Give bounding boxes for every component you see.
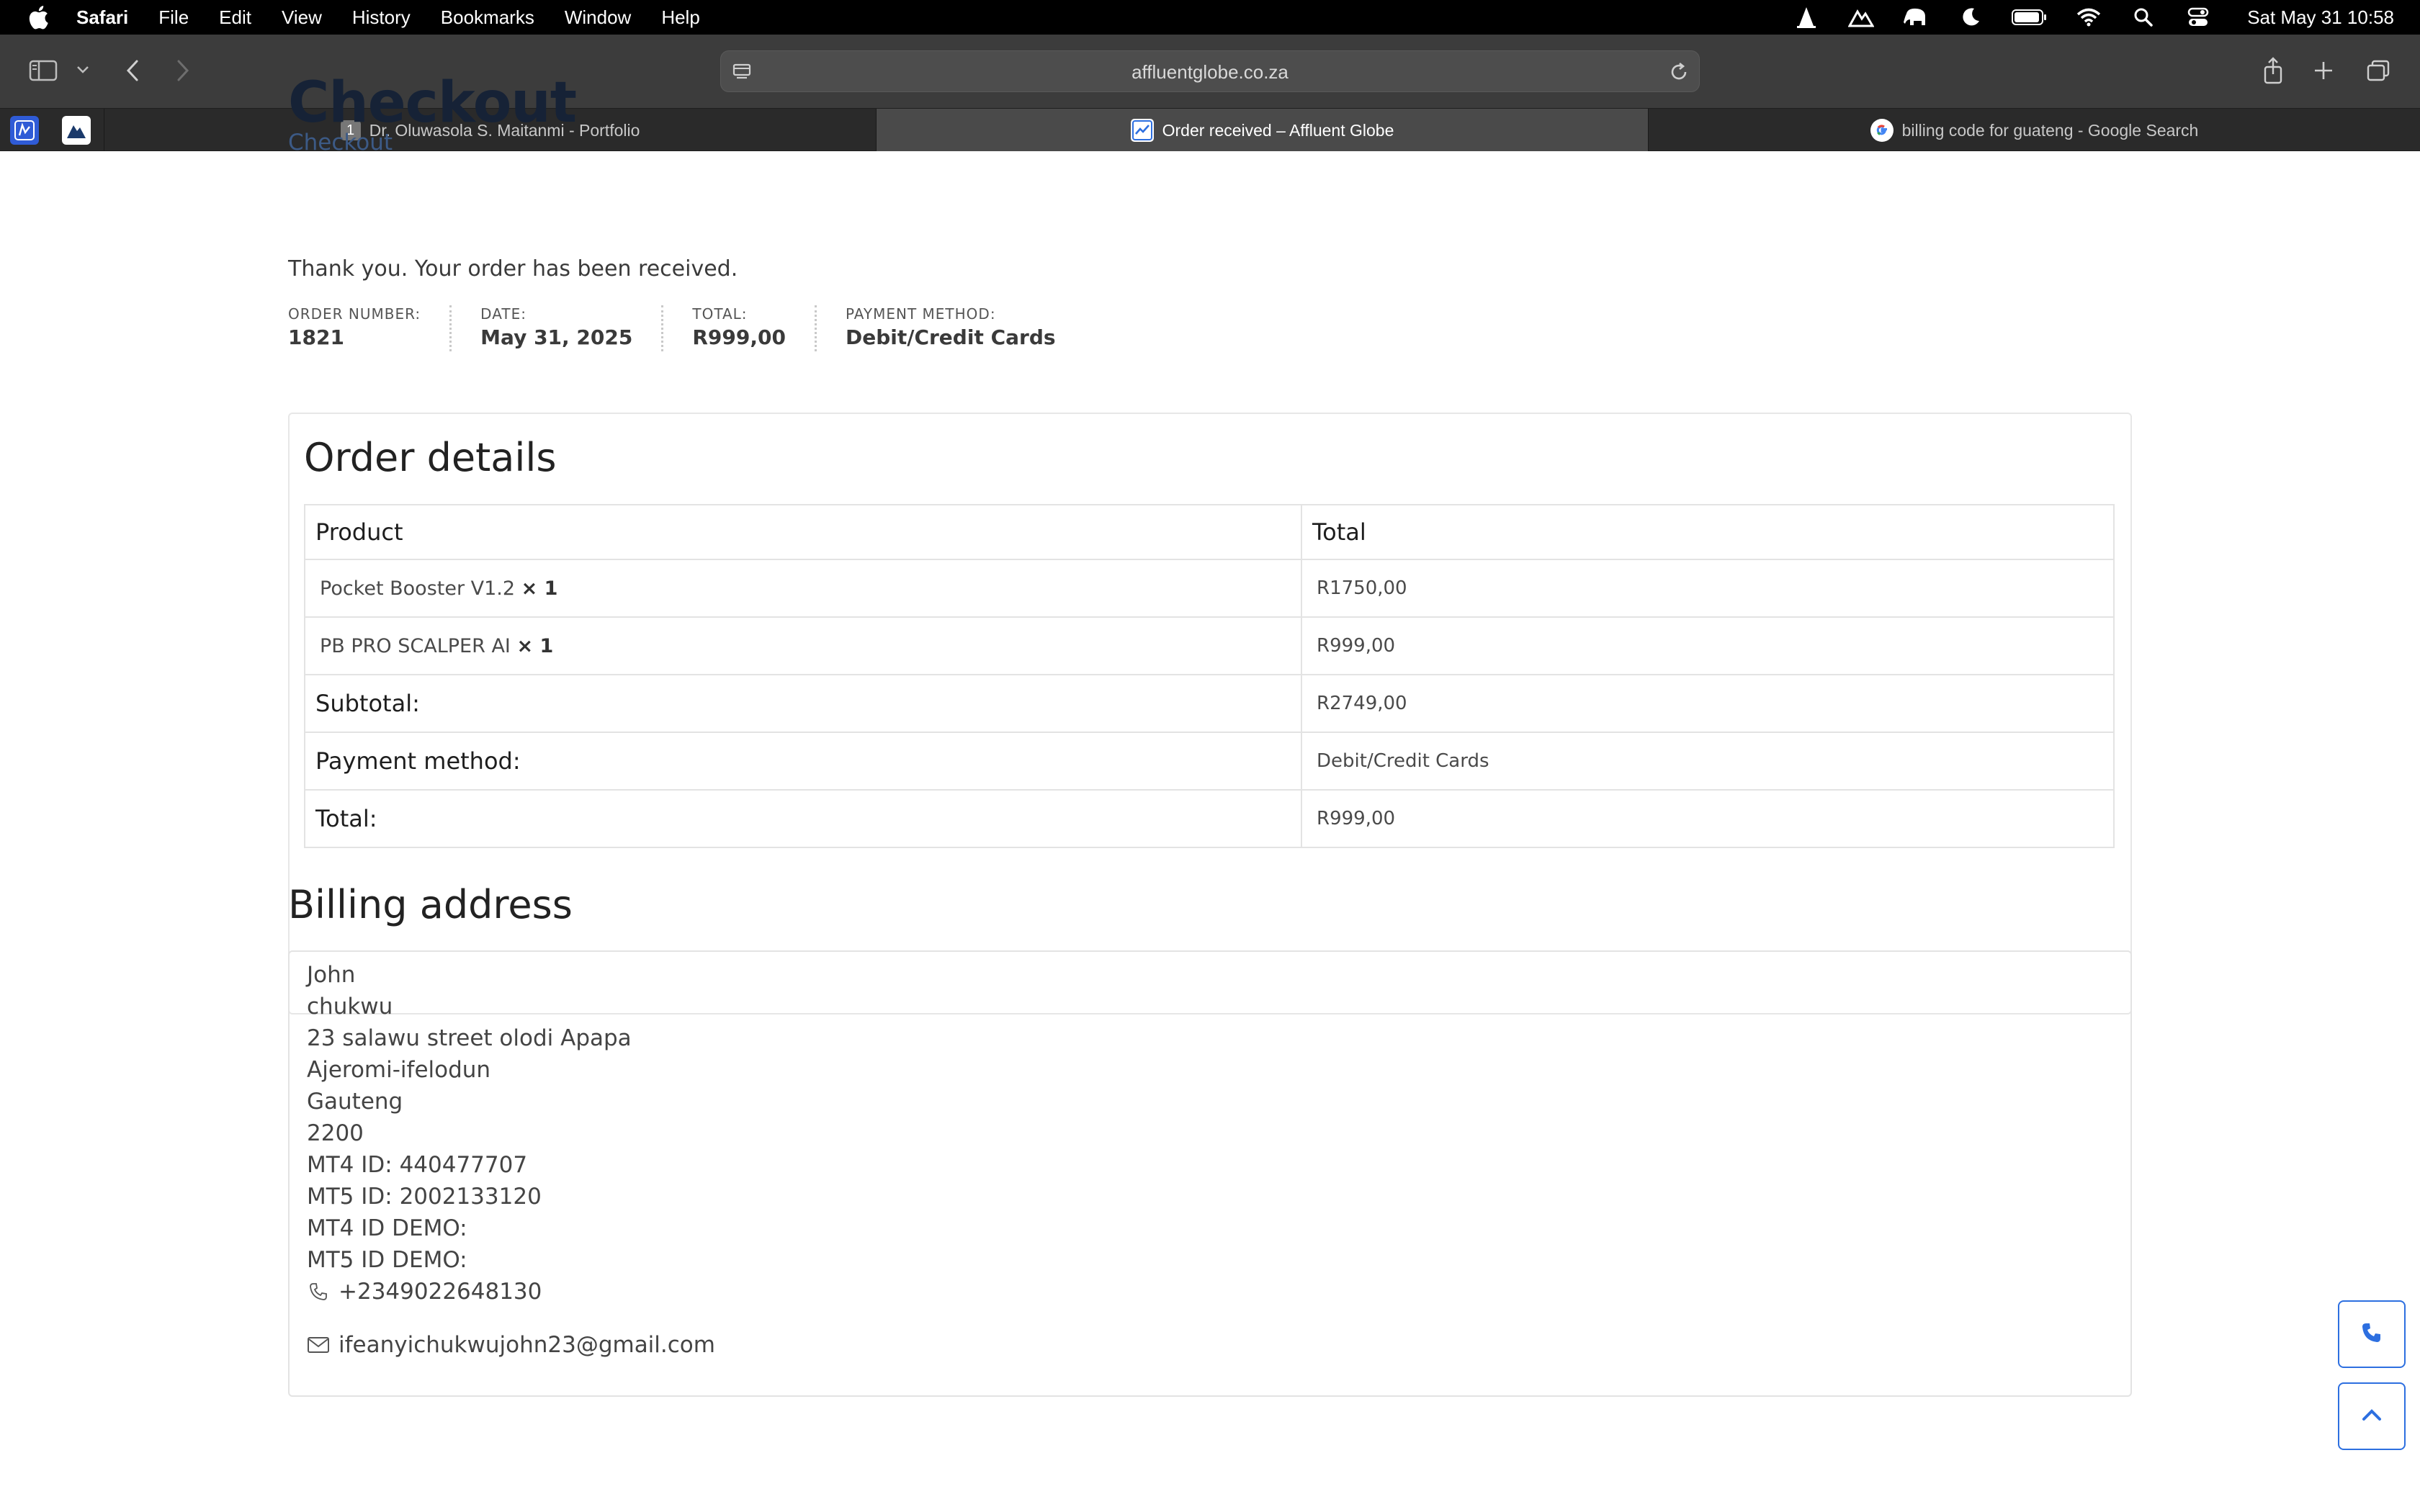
address-bar[interactable]: affluentglobe.co.za bbox=[720, 50, 1700, 92]
address-line: Gauteng bbox=[307, 1089, 403, 1115]
address-line: MT4 ID DEMO: bbox=[307, 1215, 467, 1241]
reload-icon[interactable] bbox=[1667, 60, 1690, 84]
chevron-down-icon[interactable] bbox=[72, 59, 94, 81]
pinned-tab-app-icon[interactable] bbox=[10, 116, 39, 145]
forward-icon[interactable] bbox=[169, 55, 197, 86]
billing-phone: +2349022648130 bbox=[307, 1279, 542, 1305]
billing-email-address[interactable]: ifeanyichukwujohn23@gmail.com bbox=[339, 1332, 715, 1358]
sidebar-icon[interactable] bbox=[27, 56, 59, 85]
billing-phone-number[interactable]: +2349022648130 bbox=[339, 1279, 542, 1305]
overview-value: 1821 bbox=[288, 325, 344, 349]
battery-icon[interactable] bbox=[2011, 6, 2048, 29]
menu-help[interactable]: Help bbox=[661, 6, 699, 29]
total-row: Total: R999,00 bbox=[304, 789, 2115, 848]
url-text[interactable]: affluentglobe.co.za bbox=[721, 51, 1699, 93]
order-overview: ORDER NUMBER: 1821 DATE: May 31, 2025 TO… bbox=[288, 305, 1113, 351]
subtotal-row: Subtotal: R2749,00 bbox=[304, 674, 2115, 733]
pinned-tab-mountains-icon[interactable] bbox=[62, 116, 91, 145]
menu-clock[interactable]: Sat May 31 10:58 bbox=[2247, 6, 2394, 29]
chevron-up-icon bbox=[2361, 1408, 2383, 1426]
subtotal-label: Subtotal: bbox=[304, 674, 1302, 733]
page-title: Checkout bbox=[288, 71, 577, 135]
column-header-product: Product bbox=[304, 504, 1302, 560]
payment-method-label: Payment method: bbox=[304, 732, 1302, 791]
tab-title: Order received – Affluent Globe bbox=[1162, 120, 1394, 140]
address-line: MT4 ID: 440477707 bbox=[307, 1152, 528, 1178]
tab-order-received[interactable]: Order received – Affluent Globe bbox=[876, 109, 1648, 152]
order-details-title: Order details bbox=[304, 435, 557, 480]
new-tab-icon[interactable] bbox=[2309, 56, 2338, 85]
phone-icon bbox=[2360, 1320, 2384, 1349]
google-favicon-icon bbox=[1870, 119, 1894, 142]
back-icon[interactable] bbox=[118, 55, 147, 86]
product-name-link[interactable]: PB PRO SCALPER AI bbox=[320, 635, 511, 657]
phone-icon bbox=[307, 1280, 330, 1303]
address-line: John bbox=[307, 962, 356, 988]
email-icon bbox=[307, 1333, 330, 1356]
billing-address-title: Billing address bbox=[288, 882, 573, 927]
total-label: Total: bbox=[304, 789, 1302, 848]
affluent-globe-favicon-icon bbox=[1130, 119, 1154, 142]
tab-overview-icon[interactable] bbox=[2364, 56, 2393, 85]
menu-history[interactable]: History bbox=[352, 6, 411, 29]
total-value: R999,00 bbox=[1301, 789, 2115, 848]
address-line: chukwu bbox=[307, 994, 393, 1020]
column-header-total: Total bbox=[1301, 504, 2115, 560]
order-details-table: Product Total Pocket Booster V1.2 × 1 R1… bbox=[304, 504, 2115, 848]
payment-method-value: Debit/Credit Cards bbox=[1301, 732, 2115, 791]
overview-value: Debit/Credit Cards bbox=[845, 325, 1056, 349]
overview-value: R999,00 bbox=[692, 325, 786, 349]
overview-label: TOTAL: bbox=[692, 305, 748, 323]
overview-date: DATE: May 31, 2025 bbox=[480, 305, 664, 351]
overview-order-number: ORDER NUMBER: 1821 bbox=[288, 305, 452, 351]
overview-label: PAYMENT METHOD: bbox=[845, 305, 996, 323]
billing-email: ifeanyichukwujohn23@gmail.com bbox=[307, 1332, 715, 1358]
address-line: 2200 bbox=[307, 1120, 364, 1146]
address-line: 23 salawu street olodi Apapa bbox=[307, 1025, 632, 1051]
spotlight-search-icon[interactable] bbox=[2129, 6, 2158, 29]
vlc-cone-icon[interactable] bbox=[1792, 6, 1821, 29]
product-total: R1750,00 bbox=[1301, 559, 2115, 618]
control-center-icon[interactable] bbox=[2184, 6, 2213, 29]
overview-label: ORDER NUMBER: bbox=[288, 305, 421, 323]
table-header-row: Product Total bbox=[304, 504, 2115, 560]
menu-bookmarks[interactable]: Bookmarks bbox=[441, 6, 534, 29]
menu-file[interactable]: File bbox=[158, 6, 189, 29]
call-button[interactable] bbox=[2338, 1300, 2406, 1368]
overview-payment-method: PAYMENT METHOD: Debit/Credit Cards bbox=[846, 305, 1085, 351]
product-quantity: × 1 bbox=[516, 634, 554, 657]
menu-edit[interactable]: Edit bbox=[219, 6, 251, 29]
elephant-icon[interactable] bbox=[1901, 6, 1930, 29]
mountains-icon[interactable] bbox=[1847, 6, 1876, 29]
wifi-icon[interactable] bbox=[2074, 6, 2103, 29]
address-line: MT5 ID DEMO: bbox=[307, 1247, 467, 1273]
menu-bar: Safari File Edit View History Bookmarks … bbox=[0, 0, 2420, 35]
product-name-link[interactable]: Pocket Booster V1.2 bbox=[320, 577, 515, 600]
menu-app-safari[interactable]: Safari bbox=[76, 6, 128, 29]
product-cell: PB PRO SCALPER AI × 1 bbox=[304, 616, 1302, 675]
subtotal-value: R2749,00 bbox=[1301, 674, 2115, 733]
tab-google-search[interactable]: billing code for guateng - Google Search bbox=[1648, 109, 2420, 152]
payment-method-row: Payment method: Debit/Credit Cards bbox=[304, 732, 2115, 791]
order-received-message: Thank you. Your order has been received. bbox=[288, 256, 738, 282]
product-quantity: × 1 bbox=[521, 577, 558, 600]
tab-title: billing code for guateng - Google Search bbox=[1901, 120, 2199, 140]
moon-icon[interactable] bbox=[1956, 6, 1985, 29]
overview-total: TOTAL: R999,00 bbox=[692, 305, 817, 351]
menu-view[interactable]: View bbox=[282, 6, 322, 29]
menu-window[interactable]: Window bbox=[565, 6, 631, 29]
overview-value: May 31, 2025 bbox=[480, 325, 633, 349]
share-icon[interactable] bbox=[2259, 55, 2287, 86]
table-row: Pocket Booster V1.2 × 1 R1750,00 bbox=[304, 559, 2115, 618]
billing-address-lines: John chukwu 23 salawu street olodi Apapa… bbox=[307, 959, 632, 1276]
address-line: Ajeromi-ifelodun bbox=[307, 1057, 491, 1083]
product-total: R999,00 bbox=[1301, 616, 2115, 675]
overview-label: DATE: bbox=[480, 305, 526, 323]
address-line: MT5 ID: 2002133120 bbox=[307, 1184, 542, 1210]
apple-icon[interactable] bbox=[26, 5, 50, 30]
product-cell: Pocket Booster V1.2 × 1 bbox=[304, 559, 1302, 618]
scroll-to-top-button[interactable] bbox=[2338, 1382, 2406, 1450]
breadcrumb[interactable]: Checkout bbox=[288, 130, 393, 156]
table-row: PB PRO SCALPER AI × 1 R999,00 bbox=[304, 616, 2115, 675]
